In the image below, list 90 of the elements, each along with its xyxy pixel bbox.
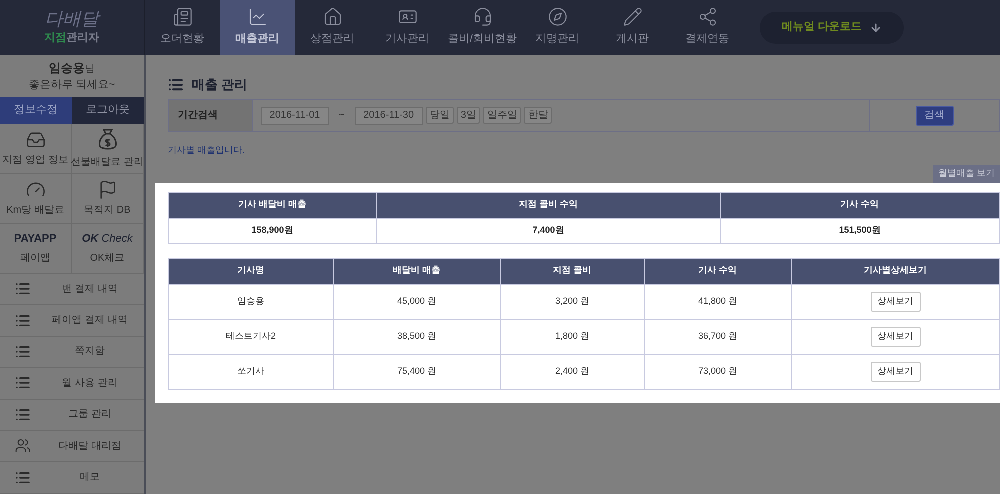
chart-icon (248, 7, 268, 28)
table-cell: 36,700 원 (644, 319, 792, 354)
sidebar-tile[interactable]: 선불배달료 관리 (72, 124, 144, 174)
sidebar-menu-item[interactable]: 메모 (0, 462, 144, 494)
column-header: 기사 수익 (720, 192, 1000, 218)
list-icon (15, 375, 31, 392)
user-name: 임승용 (49, 60, 85, 77)
sidebar-menu-item[interactable]: 쪽지함 (0, 336, 144, 368)
date-field[interactable]: 2016-11-01 (261, 106, 329, 124)
logout-button[interactable]: 로그아웃 (72, 97, 144, 124)
nav-tab[interactable]: 게시판 (595, 0, 670, 55)
greeting-text: 좋은하루 되세요~ (28, 78, 116, 93)
edit-info-button[interactable]: 정보수정 (0, 97, 72, 124)
manual-download-button[interactable]: 메뉴얼 다운로드 (760, 12, 904, 44)
sidebar-menu-item[interactable]: 월 사용 관리 (0, 368, 144, 400)
column-header: 기사 배달비 매출 (168, 192, 376, 218)
column-header: 지점 콜비 (500, 258, 644, 284)
logo-subtitle: 관리자 (66, 30, 100, 46)
house-icon (322, 7, 342, 28)
table-cell: 38,500 원 (334, 319, 500, 354)
search-label: 기간검색 (169, 100, 253, 131)
sidebar-menu-item[interactable]: 밴 결제 내역 (0, 274, 144, 306)
flag-icon (98, 180, 118, 200)
search-button[interactable]: 검색 (916, 106, 954, 126)
list-icon (15, 312, 31, 329)
nav-tab[interactable]: 오더현황 (145, 0, 220, 55)
quick-range-button[interactable]: 3일 (456, 107, 480, 124)
nav-tab[interactable]: 콜비/회비현황 (445, 0, 520, 55)
logo-accent: 지점 (44, 30, 66, 46)
list-icon (15, 406, 31, 423)
table-cell: 임승용 (168, 284, 334, 319)
list-icon (168, 77, 184, 93)
table-cell: 158,900원 (168, 218, 376, 243)
quick-range-button[interactable]: 당일 (426, 107, 454, 124)
user-suffix: 님 (85, 62, 95, 77)
sidebar-tile[interactable]: PAYAPP 페이앱 (0, 224, 72, 274)
nav-tab[interactable]: 기사관리 (370, 0, 445, 55)
detail-button[interactable]: 상세보기 (870, 362, 920, 382)
sidebar-menu-item[interactable]: 그룹 관리 (0, 400, 144, 431)
sidebar-tile[interactable]: 목적지 DB (72, 174, 144, 224)
table-cell: 7,400원 (376, 218, 720, 243)
sidebar-menu-item[interactable]: 페이앱 결제 내역 (0, 305, 144, 337)
sidebar-tile[interactable]: OK Check OK체크 (72, 224, 144, 274)
pencil-icon (622, 7, 642, 28)
range-separator: ~ (338, 109, 346, 123)
sidebar-tile[interactable]: Km당 배달료 (0, 174, 72, 224)
list-icon (15, 344, 31, 360)
nav-tab[interactable]: 상점관리 (295, 0, 370, 55)
logo-mark: OK Check (82, 232, 133, 248)
column-header: 기사명 (168, 258, 334, 284)
newspaper-icon (172, 7, 192, 28)
column-header: 기사별상세보기 (792, 258, 1000, 284)
column-header: 배달비 매출 (334, 258, 500, 284)
monthly-sales-button[interactable]: 월별매출 보기 (933, 164, 1000, 182)
sidebar-menu-item[interactable]: 다배달 대리점 (0, 430, 144, 462)
nav-tab[interactable]: 지명관리 (520, 0, 595, 55)
people-icon (15, 438, 31, 454)
column-header: 지점 콜비 수익 (376, 192, 720, 218)
column-header: 기사 수익 (644, 258, 792, 284)
logo-mark: PAYAPP (14, 232, 57, 248)
share-icon (698, 7, 718, 28)
table-cell: 41,800 원 (644, 284, 792, 319)
headset-icon (472, 7, 492, 28)
nav-tab[interactable]: 결제연동 (670, 0, 745, 55)
detail-button[interactable]: 상세보기 (870, 326, 920, 346)
table-cell: 1,800 원 (500, 319, 644, 354)
table-cell: 쏘기사 (168, 354, 334, 389)
nav-tab[interactable]: 매출관리 (220, 0, 295, 55)
list-icon (15, 470, 31, 486)
compass-icon (548, 7, 568, 28)
gauge-icon (26, 180, 46, 200)
arrow-down-icon (870, 22, 882, 34)
table-cell: 45,000 원 (334, 284, 500, 319)
list-icon (15, 281, 31, 298)
table-cell: 테스트기사2 (168, 319, 334, 354)
money-bag-icon (98, 128, 118, 152)
inbox-icon (26, 130, 46, 150)
quick-range-button[interactable]: 일주일 (483, 107, 522, 124)
table-cell: 151,500원 (720, 218, 1000, 243)
date-field[interactable]: 2016-11-30 (354, 106, 423, 124)
detail-button[interactable]: 상세보기 (870, 292, 920, 312)
sidebar-tile[interactable]: 지점 영업 정보 (0, 124, 72, 174)
table-cell: 73,000 원 (644, 354, 792, 389)
table-cell: 2,400 원 (500, 354, 644, 389)
quick-range-button[interactable]: 한달 (524, 107, 552, 124)
logo-wordmark: 다배달 (45, 10, 99, 30)
page-title: 매출 관리 (192, 76, 248, 94)
table-cell: 3,200 원 (500, 284, 644, 319)
note-text: 기사별 매출입니다. (168, 144, 246, 157)
table-cell: 75,400 원 (334, 354, 500, 389)
